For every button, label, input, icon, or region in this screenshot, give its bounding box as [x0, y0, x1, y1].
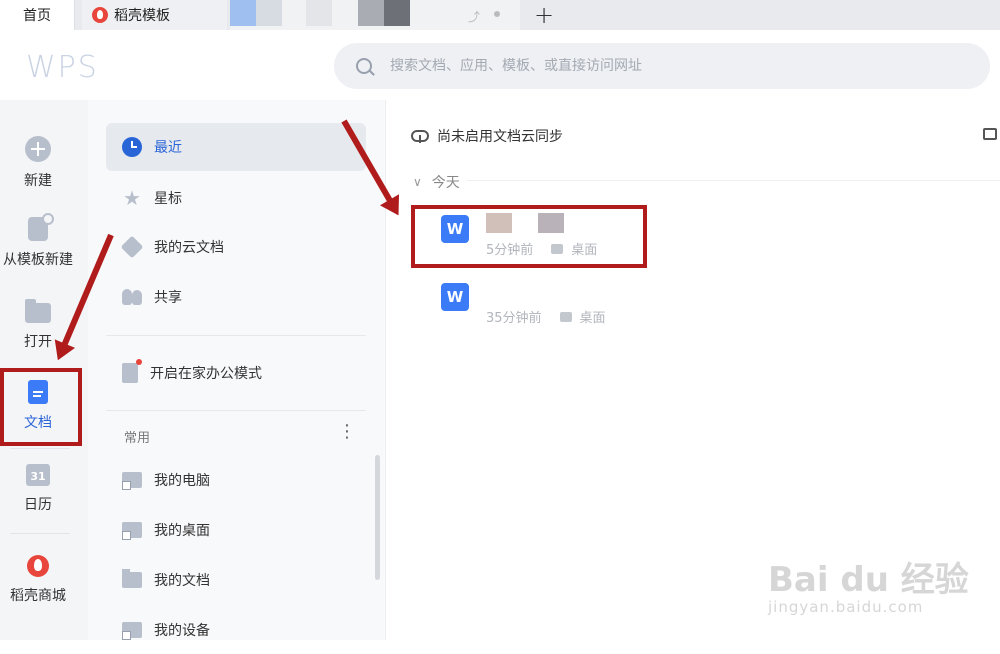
nav-item-label: 我的云文档	[154, 240, 224, 256]
tab-template-label: 稻壳模板	[114, 8, 170, 24]
tab-bar: 首页 稻壳模板 ⤴ +	[0, 0, 1000, 30]
header: WPS	[0, 30, 1000, 100]
rail-item-label: 日历	[24, 497, 52, 513]
file-meta: 35分钟前 桌面	[486, 307, 606, 326]
blur-block	[384, 0, 410, 26]
file-time: 35分钟前	[486, 311, 542, 326]
rail-item-new[interactable]: 新建	[0, 136, 76, 190]
tab-blurred[interactable]: ⤴	[230, 0, 520, 30]
star-icon: ★	[123, 186, 141, 210]
folder-icon	[25, 299, 51, 323]
tab-home[interactable]: 首页	[0, 0, 75, 30]
folder-icon	[122, 569, 142, 588]
sync-label: 尚未启用文档云同步	[437, 129, 563, 145]
rail-item-docer-shop[interactable]: 稻壳商城	[0, 555, 76, 605]
nav-item-label: 开启在家办公模式	[150, 366, 262, 382]
word-doc-icon: W	[441, 283, 469, 311]
tab-home-label: 首页	[23, 8, 51, 24]
nav-item-label: 我的设备	[154, 623, 210, 639]
desktop-icon	[122, 522, 142, 540]
nav-item-my-desktop[interactable]: 我的桌面	[106, 506, 366, 554]
docer-logo-icon	[92, 7, 108, 23]
highlight-box-file	[411, 205, 647, 268]
nav-divider	[106, 410, 366, 411]
cube-icon	[120, 235, 144, 259]
group-divider	[467, 180, 1000, 181]
group-header-today[interactable]: ∨ 今天	[413, 172, 460, 192]
share-users-icon	[122, 287, 142, 307]
nav-item-label: 共享	[154, 290, 182, 306]
nav-divider	[106, 335, 366, 336]
blur-block	[230, 0, 256, 26]
blur-block	[306, 0, 332, 26]
rail-item-calendar[interactable]: 31 日历	[0, 464, 76, 514]
nav-item-recent[interactable]: 最近	[106, 123, 366, 171]
group-label: 今天	[431, 175, 460, 191]
nav-item-home-office[interactable]: 开启在家办公模式	[106, 349, 366, 397]
pin-icon[interactable]: ⤴	[468, 8, 480, 25]
search-icon	[356, 58, 372, 74]
device-icon	[122, 622, 142, 640]
tab-close-dot-icon[interactable]	[494, 11, 500, 17]
new-tab-button[interactable]: +	[530, 0, 558, 30]
nav-item-my-documents[interactable]: 我的文档	[106, 556, 366, 604]
wps-logo: WPS	[26, 50, 99, 85]
computer-icon	[122, 472, 142, 490]
plus-circle-icon	[25, 136, 51, 162]
search-input[interactable]	[390, 58, 950, 74]
nav-item-label: 最近	[154, 140, 182, 156]
rail-item-new-from-template[interactable]: 从模板新建	[0, 213, 76, 269]
cloud-upload-icon	[411, 130, 429, 143]
nav-section-title: 常用	[124, 431, 151, 446]
rail-item-label: 打开	[24, 334, 52, 350]
rail-item-label: 从模板新建	[3, 252, 73, 268]
tab-docer-template[interactable]: 稻壳模板	[82, 0, 227, 30]
nav-item-my-devices[interactable]: 我的设备	[106, 606, 366, 654]
nav-item-my-computer[interactable]: 我的电脑	[106, 456, 366, 504]
device-switch-icon[interactable]	[983, 128, 997, 140]
nav-item-shared[interactable]: 共享	[106, 273, 366, 321]
blur-block	[358, 0, 384, 26]
more-options-icon[interactable]: ⋮	[338, 423, 356, 441]
rail-divider	[10, 533, 70, 534]
rail-divider	[10, 448, 70, 449]
file-location: 桌面	[579, 311, 606, 326]
baidu-watermark: Bai du 经验	[768, 560, 969, 600]
rail-item-label: 新建	[24, 173, 52, 189]
nav-item-label: 星标	[154, 191, 182, 207]
calendar-icon: 31	[26, 464, 50, 486]
nav-item-label: 我的桌面	[154, 523, 210, 539]
blur-block	[256, 0, 282, 26]
chevron-down-icon: ∨	[413, 175, 422, 189]
nav-item-cloud-docs[interactable]: 我的云文档	[106, 223, 366, 271]
nav-panel: 最近 ★ 星标 我的云文档 共享 开启在家办公模式 常用 ⋮ 我的电脑 我的桌面…	[88, 100, 386, 640]
baidu-watermark-url: jingyan.baidu.com	[768, 598, 924, 616]
home-office-icon	[122, 359, 142, 383]
clock-icon	[122, 137, 142, 157]
docer-shop-icon	[27, 555, 49, 577]
template-icon	[28, 213, 54, 241]
search-bar[interactable]	[334, 43, 990, 89]
nav-item-label: 我的电脑	[154, 473, 210, 489]
nav-scrollbar[interactable]	[375, 455, 380, 580]
desktop-location-icon	[559, 311, 572, 322]
nav-item-label: 我的文档	[154, 573, 210, 589]
file-row[interactable]: W 35分钟前 桌面	[441, 283, 741, 343]
cloud-sync-status[interactable]: 尚未启用文档云同步	[411, 126, 563, 146]
nav-item-starred[interactable]: ★ 星标	[106, 174, 366, 222]
rail-item-label: 稻壳商城	[10, 588, 66, 604]
highlight-box-documents	[0, 368, 82, 446]
